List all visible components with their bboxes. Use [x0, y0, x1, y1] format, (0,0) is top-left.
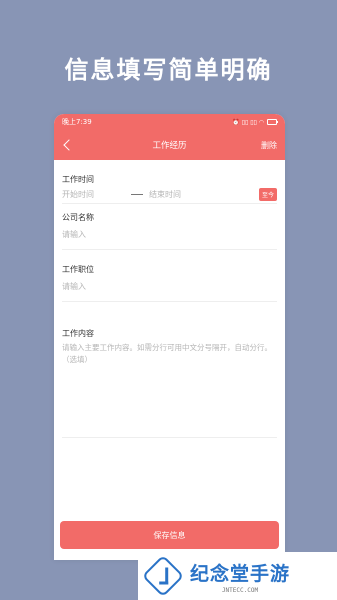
work-time-row: 开始时间 结束时间 至今 — [62, 186, 277, 203]
status-icons: ⏰ ▯▯ ▯▯ ◠ — [232, 118, 278, 126]
end-time-input[interactable]: 结束时间 — [149, 189, 181, 200]
work-experience-form: 工作时间 开始时间 结束时间 至今 公司名称 请输入 工作职位 请输入 工作内容… — [54, 160, 285, 438]
company-label: 公司名称 — [62, 213, 94, 222]
save-button[interactable]: 保存信息 — [60, 521, 279, 549]
position-field: 工作职位 请输入 — [62, 250, 277, 302]
nav-bar: 工作经历 删除 — [54, 130, 285, 160]
site-logo-icon — [141, 554, 185, 598]
battery-icon — [267, 119, 278, 125]
status-bar: 晚上7:39 ⏰ ▯▯ ▯▯ ◠ — [54, 114, 285, 130]
content-field: 工作内容 请输入主要工作内容。如需分行可用中文分号隔开，自动分行。（选填） — [62, 302, 277, 438]
headline: 信息填写简单明确 — [64, 56, 273, 84]
back-icon[interactable] — [62, 138, 76, 152]
page-title: 工作经历 — [152, 141, 187, 151]
present-button[interactable]: 至今 — [258, 188, 277, 201]
status-time: 晚上7:39 — [62, 118, 92, 126]
position-input[interactable]: 请输入 — [62, 276, 277, 301]
phone-screen: 晚上7:39 ⏰ ▯▯ ▯▯ ◠ 工作经历 删除 工作时间 开始时间 结束时间 … — [54, 114, 285, 560]
position-label: 工作职位 — [62, 265, 94, 274]
content-textarea[interactable]: 请输入主要工作内容。如需分行可用中文分号隔开，自动分行。（选填） — [62, 342, 277, 438]
watermark-url: JNTECC.COM — [221, 586, 259, 594]
content-label: 工作内容 — [62, 329, 94, 338]
company-field: 公司名称 请输入 — [62, 204, 277, 250]
watermark-text: 纪念堂手游 JNTECC.COM — [190, 559, 290, 594]
work-time-label: 工作时间 — [62, 175, 94, 184]
watermark-name: 纪念堂手游 — [190, 562, 291, 585]
start-time-input[interactable]: 开始时间 — [62, 189, 94, 200]
signal-icon: ⏰ ▯▯ ▯▯ ◠ — [232, 118, 264, 126]
time-separator — [131, 194, 143, 195]
company-input[interactable]: 请输入 — [62, 224, 277, 249]
delete-button[interactable]: 删除 — [261, 140, 277, 151]
work-time-field: 工作时间 开始时间 结束时间 至今 — [62, 160, 277, 204]
watermark: 纪念堂手游 JNTECC.COM — [138, 552, 337, 600]
